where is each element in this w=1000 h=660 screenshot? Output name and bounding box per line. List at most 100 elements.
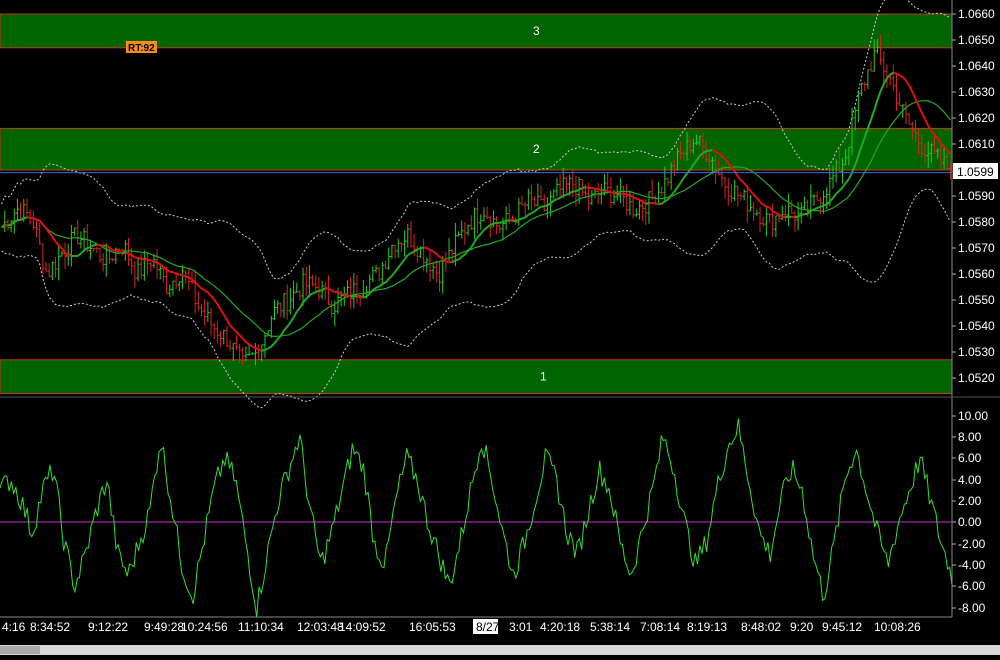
fast-ma-segment [430, 250, 433, 251]
fast-ma-segment [347, 295, 350, 296]
fast-ma-segment [506, 220, 509, 221]
fast-ma-segment [265, 349, 268, 350]
trading-chart-window: 321 RT:92 1.0660 1.0650 1.0640 1.0630 1.… [0, 0, 1000, 655]
osc-tick-label: -4.00 [958, 558, 986, 572]
zone-2 [0, 128, 952, 170]
time-tick-label: 9:45:12 [822, 620, 862, 634]
time-tick-label: 4:16 [2, 620, 26, 634]
fast-ma-segment [119, 252, 122, 254]
fast-ma-segment [585, 187, 588, 188]
fast-ma-segment [157, 263, 160, 265]
fast-ma-segment [614, 193, 617, 194]
fast-ma-segment [509, 220, 512, 221]
fast-ma-segment [563, 195, 566, 196]
fast-ma-segment [30, 218, 33, 219]
time-tick-label: 8:19:13 [687, 620, 727, 634]
fast-ma-segment [33, 218, 36, 219]
fast-ma-segment [652, 203, 655, 204]
fast-ma-segment [493, 223, 496, 224]
price-tick: 1.0610 [952, 137, 995, 151]
fast-ma-segment [376, 286, 379, 287]
fast-ma-segment [36, 219, 39, 220]
price-tick: 1.0520 [952, 371, 995, 385]
osc-tick-label: 2.00 [958, 494, 982, 508]
price-tick-label: 1.0640 [958, 59, 995, 73]
fast-ma-segment [516, 220, 519, 221]
osc-tick-label: 6.00 [958, 451, 982, 465]
fast-ma-segment [801, 214, 804, 215]
fast-ma-segment [582, 187, 585, 188]
rt-badge-text: RT:92 [128, 43, 155, 54]
fast-ma-segment [363, 296, 366, 297]
price-tick-label: 1.0610 [958, 137, 995, 151]
fast-ma-segment [579, 188, 582, 190]
fast-ma-segment [116, 251, 119, 252]
time-tick-label: 10:24:56 [181, 620, 228, 634]
fast-ma-segment [141, 259, 144, 260]
price-tick: 1.0660 [952, 7, 995, 21]
zone-label: 2 [533, 142, 540, 156]
fast-ma-segment [500, 222, 503, 223]
fast-ma-segment [792, 217, 795, 218]
fast-ma-segment [605, 190, 608, 191]
fast-ma-segment [316, 291, 319, 292]
fast-ma-segment [186, 276, 189, 277]
price-tick-label: 1.0650 [958, 33, 995, 47]
horizontal-scrollbar[interactable] [0, 645, 1000, 655]
price-tick-label: 1.0630 [958, 85, 995, 99]
osc-tick-label: -2.00 [958, 537, 986, 551]
fast-ma-segment [8, 225, 11, 226]
fast-ma-segment [97, 245, 100, 246]
fast-ma-segment [344, 295, 347, 296]
price-tick: 1.0580 [952, 215, 995, 229]
fast-ma-segment [544, 205, 547, 206]
fast-ma-segment [763, 205, 766, 207]
fast-ma-segment [100, 245, 103, 246]
osc-tick: -8.00 [952, 601, 986, 615]
scrollbar-thumb[interactable] [0, 646, 40, 654]
rt-badge: RT:92 [126, 41, 157, 54]
price-tick-label: 1.0590 [958, 189, 995, 203]
osc-tick-label: -8.00 [958, 601, 986, 615]
osc-tick-label: 10.00 [958, 409, 988, 423]
fast-ma-segment [636, 199, 639, 200]
fast-ma-segment [151, 260, 154, 261]
fast-ma-segment [893, 73, 896, 74]
price-tick: 1.0640 [952, 59, 995, 73]
osc-tick: -2.00 [952, 537, 986, 551]
fast-ma-segment [817, 207, 820, 208]
fast-ma-segment [646, 203, 649, 204]
fast-ma-segment [592, 188, 595, 189]
osc-tick-label: 0.00 [958, 515, 982, 529]
fast-ma-segment [503, 221, 506, 222]
fast-ma-segment [522, 218, 525, 219]
fast-ma-segment [94, 245, 97, 246]
osc-tick-label: 4.00 [958, 473, 982, 487]
fast-ma-segment [823, 204, 826, 205]
fast-ma-segment [795, 217, 798, 218]
fast-ma-segment [332, 290, 335, 292]
price-tick: 1.0560 [952, 267, 995, 281]
time-tick-label: 14:09:52 [339, 620, 386, 634]
osc-tick-label: 8.00 [958, 430, 982, 444]
fast-ma-segment [357, 296, 360, 297]
time-tick-label: 4:20:18 [540, 620, 580, 634]
time-tick-label: 10:08:26 [874, 620, 921, 634]
fast-ma-segment [411, 251, 414, 253]
osc-tick: 10.00 [952, 409, 988, 423]
price-tick-label: 1.0520 [958, 371, 995, 385]
fast-ma-segment [798, 215, 801, 216]
current-price-tag: 1.0599 [953, 163, 998, 179]
time-tick-label: 8:34:52 [30, 620, 70, 634]
price-tick: 1.0590 [952, 189, 995, 203]
price-tick-label: 1.0560 [958, 267, 995, 281]
price-tick: 1.0550 [952, 293, 995, 307]
price-tick-label: 1.0550 [958, 293, 995, 307]
time-tick-label: 9:20 [790, 620, 814, 634]
osc-tick-label: -6.00 [958, 579, 986, 593]
fast-ma-segment [138, 258, 141, 259]
chart-canvas[interactable]: 321 RT:92 1.0660 1.0650 1.0640 1.0630 1.… [0, 0, 1000, 655]
time-tick-label: 9:12:22 [88, 620, 128, 634]
fast-ma-segment [179, 274, 182, 275]
price-tick: 1.0620 [952, 111, 995, 125]
